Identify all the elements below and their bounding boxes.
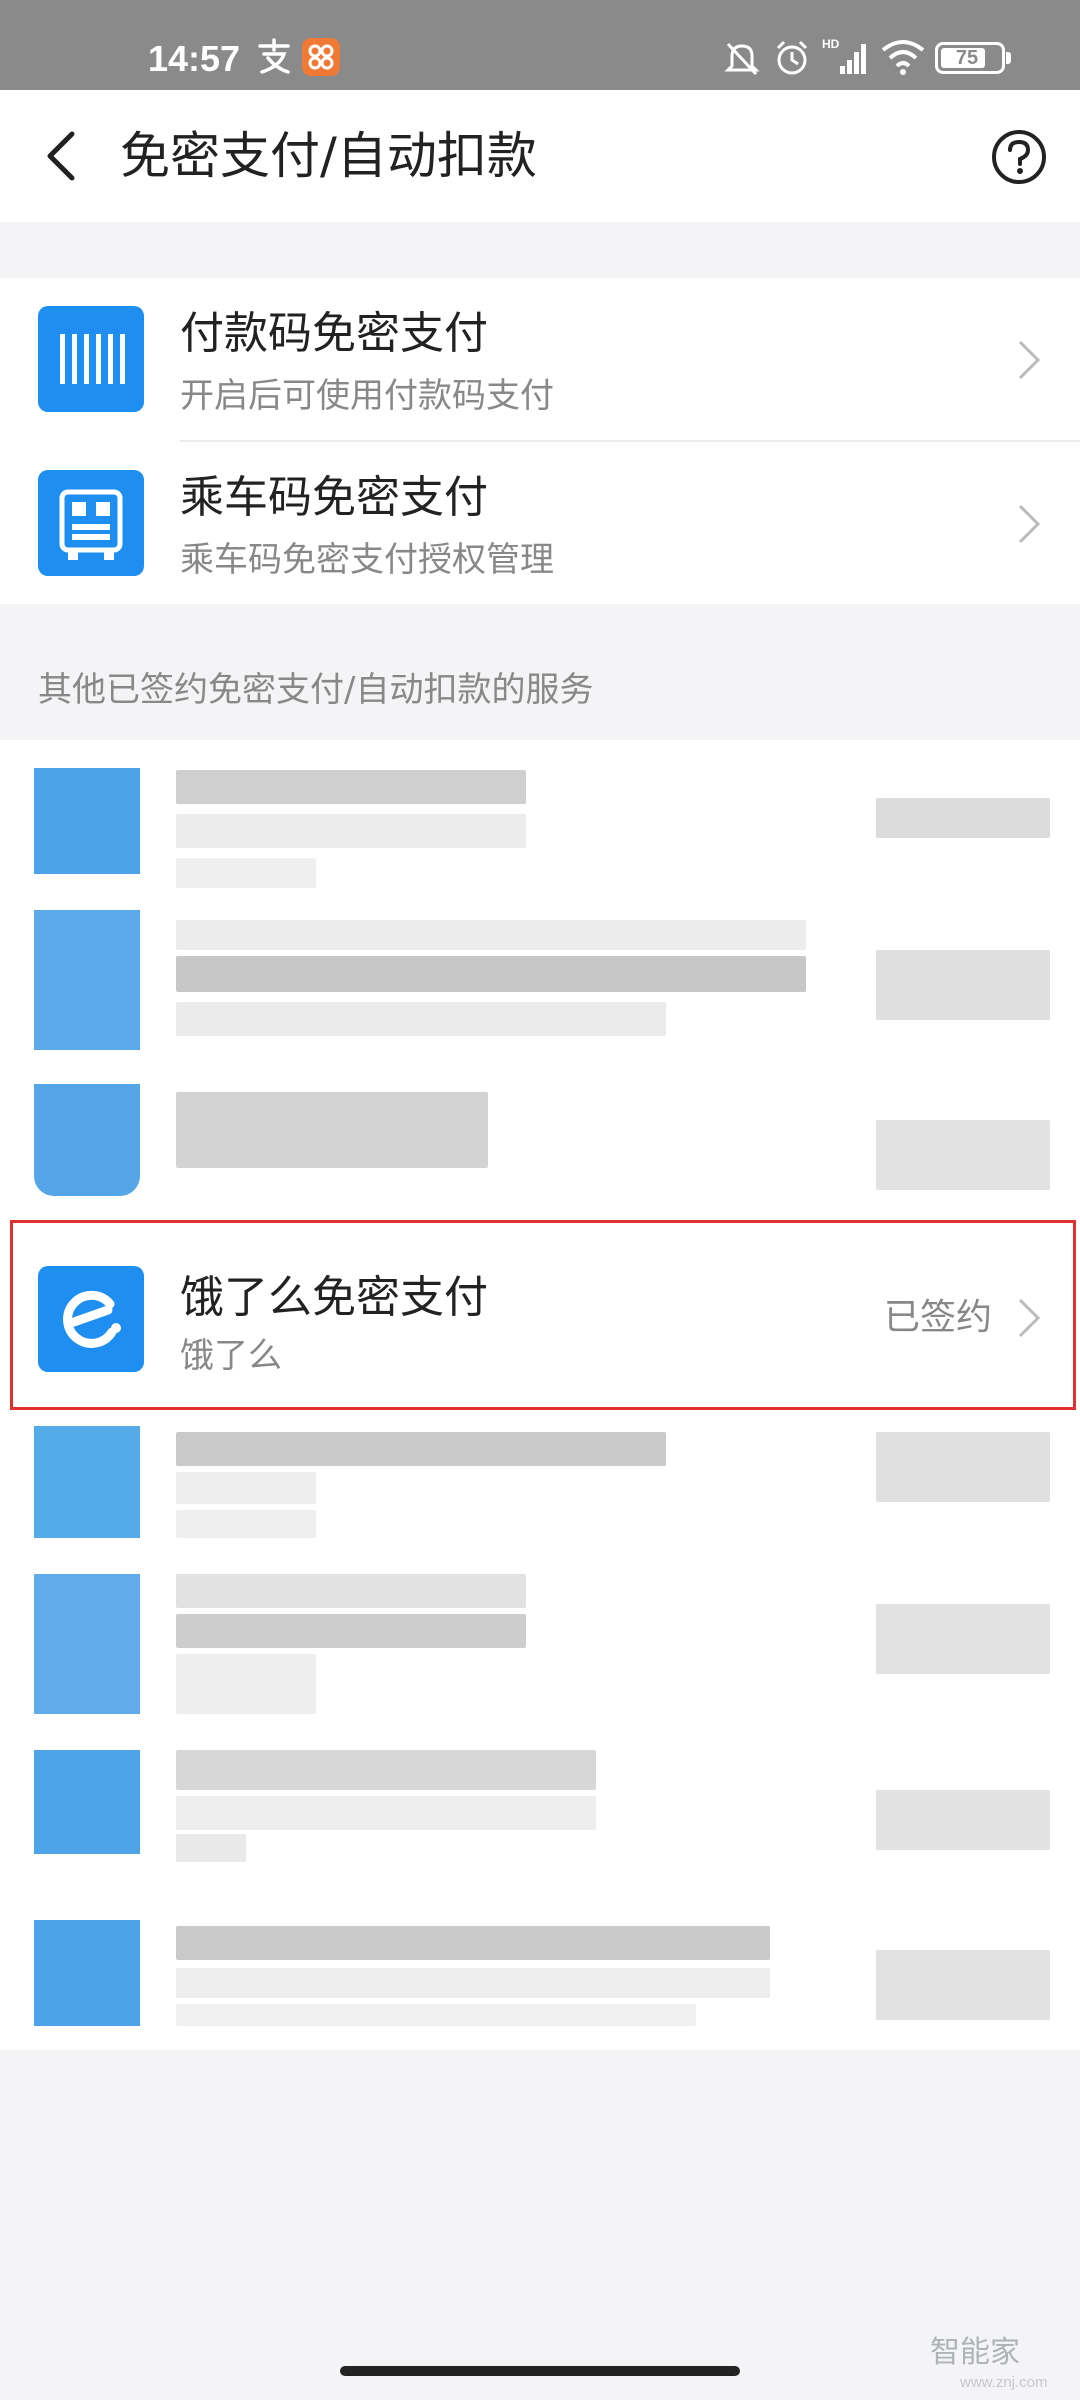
redacted-title — [176, 770, 526, 804]
svg-text:HD: HD — [822, 37, 840, 51]
barcode-icon — [38, 306, 144, 412]
watermark-url: www.znj.com — [960, 2374, 1048, 2391]
redacted-subtitle — [176, 956, 806, 992]
service-title: 乘车码免密支付 — [180, 472, 488, 523]
redacted-subtitle — [176, 1614, 526, 1648]
redacted-title — [176, 920, 806, 950]
redacted-status — [876, 1950, 1050, 2020]
redacted-subtitle — [176, 1472, 316, 1504]
list-item-redacted[interactable] — [0, 1750, 1080, 1870]
redacted-status — [876, 950, 1050, 1020]
nav-bar: 免密支付/自动扣款 — [0, 90, 1080, 222]
hd-signal-icon: HD — [822, 37, 866, 74]
redacted-app-icon — [34, 1574, 140, 1714]
redacted-status — [876, 1120, 1050, 1190]
list-item-redacted[interactable] — [0, 1426, 1080, 1566]
battery-icon: 75 — [935, 42, 1005, 74]
redacted-app-icon — [34, 768, 140, 874]
list-item-redacted[interactable] — [0, 1574, 1080, 1734]
chevron-right-icon — [1018, 504, 1041, 544]
redacted-title — [176, 1432, 666, 1466]
service-subtitle: 乘车码免密支付授权管理 — [180, 540, 554, 580]
redacted-status — [876, 1604, 1050, 1674]
redacted-line — [176, 1002, 666, 1036]
redacted-subtitle — [176, 1968, 770, 1998]
alipay-icon — [258, 38, 290, 74]
service-subtitle: 开启后可使用付款码支付 — [180, 376, 554, 416]
mute-icon — [724, 42, 760, 76]
list-item-redacted[interactable] — [0, 1920, 1080, 2050]
redacted-status — [876, 798, 1050, 838]
redacted-app-icon — [34, 1920, 140, 2026]
app-icon — [302, 38, 340, 76]
bus-qr-icon — [38, 470, 144, 576]
status-time: 14:57 — [148, 38, 241, 79]
redacted-line — [176, 1834, 246, 1862]
redacted-title — [176, 1092, 488, 1168]
redacted-line — [176, 858, 316, 888]
redacted-app-icon — [34, 1426, 140, 1538]
service-row-bus-code[interactable]: 乘车码免密支付 乘车码免密支付授权管理 — [0, 442, 1080, 606]
redacted-title — [176, 1926, 770, 1960]
redacted-subtitle — [176, 814, 526, 848]
page-title: 免密支付/自动扣款 — [120, 127, 537, 185]
redacted-app-icon — [34, 1084, 140, 1196]
service-title: 付款码免密支付 — [180, 308, 488, 359]
top-services-card: 付款码免密支付 开启后可使用付款码支付 乘车码免密支付 乘车码免密支付授权管理 — [0, 278, 1080, 604]
back-arrow-icon[interactable] — [34, 126, 94, 186]
help-icon[interactable] — [990, 128, 1048, 186]
list-item-redacted[interactable] — [0, 910, 1080, 1060]
redacted-status — [876, 1790, 1050, 1850]
redacted-title — [176, 1574, 526, 1608]
service-row-payment-code[interactable]: 付款码免密支付 开启后可使用付款码支付 — [0, 278, 1080, 442]
highlight-box — [10, 1220, 1076, 1410]
alarm-icon — [776, 40, 808, 75]
watermark-logo: 智能家 — [930, 2335, 1020, 2370]
home-indicator[interactable] — [340, 2366, 740, 2376]
redacted-status — [876, 1432, 1050, 1502]
redacted-line — [176, 1510, 316, 1538]
redacted-title — [176, 1750, 596, 1790]
section-label: 其他已签约免密支付/自动扣款的服务 — [38, 670, 594, 710]
list-item-redacted[interactable] — [0, 740, 1080, 900]
chevron-right-icon — [1018, 340, 1041, 380]
redacted-app-icon — [34, 910, 140, 1050]
wifi-icon — [881, 40, 925, 75]
status-bar: 14:57 HD 75 — [0, 0, 1080, 90]
redacted-line — [176, 1654, 316, 1714]
redacted-subtitle — [176, 1796, 596, 1830]
battery-level: 75 — [955, 47, 979, 69]
redacted-app-icon — [34, 1750, 140, 1854]
list-item-redacted[interactable] — [0, 1084, 1080, 1224]
redacted-line — [176, 2004, 696, 2026]
